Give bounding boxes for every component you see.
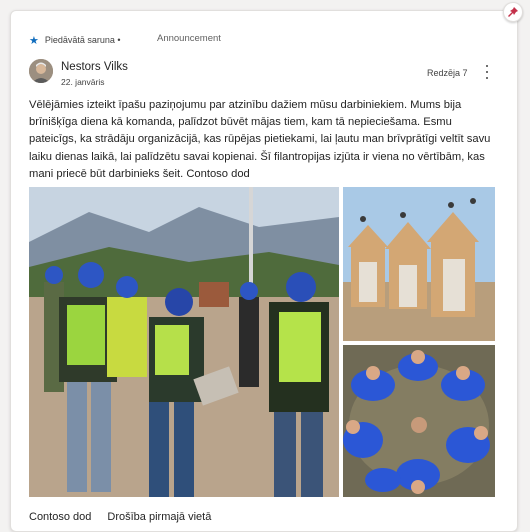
- team-photo[interactable]: [343, 345, 495, 497]
- author-name[interactable]: Nestors Vilks: [61, 61, 128, 73]
- photo-grid[interactable]: [29, 187, 495, 501]
- tag-contoso-dod[interactable]: Contoso dod: [29, 511, 91, 523]
- tag-safety-first[interactable]: Drošība pirmajā vietā: [107, 511, 211, 523]
- avatar[interactable]: [29, 59, 53, 83]
- volunteers-photo[interactable]: [29, 187, 339, 497]
- pushpin-icon[interactable]: [503, 2, 523, 22]
- house-build-photo[interactable]: [343, 187, 495, 341]
- post-tags: Contoso dod Drošība pirmajā vietā: [29, 511, 211, 523]
- star-icon: ★: [29, 34, 39, 47]
- announcement-label: Announcement: [157, 33, 221, 44]
- more-options-icon[interactable]: [481, 65, 493, 79]
- post-body: Vēlējāmies izteikt īpašu paziņojumu par …: [29, 99, 491, 180]
- post-card: ★ Piedāvātā saruna • Announcement Nestor…: [10, 10, 518, 532]
- featured-conversation-label: ★ Piedāvātā saruna •: [29, 34, 121, 47]
- seen-by-count[interactable]: Redzēja 7: [427, 68, 468, 78]
- post-date: 22. janvāris: [61, 77, 105, 87]
